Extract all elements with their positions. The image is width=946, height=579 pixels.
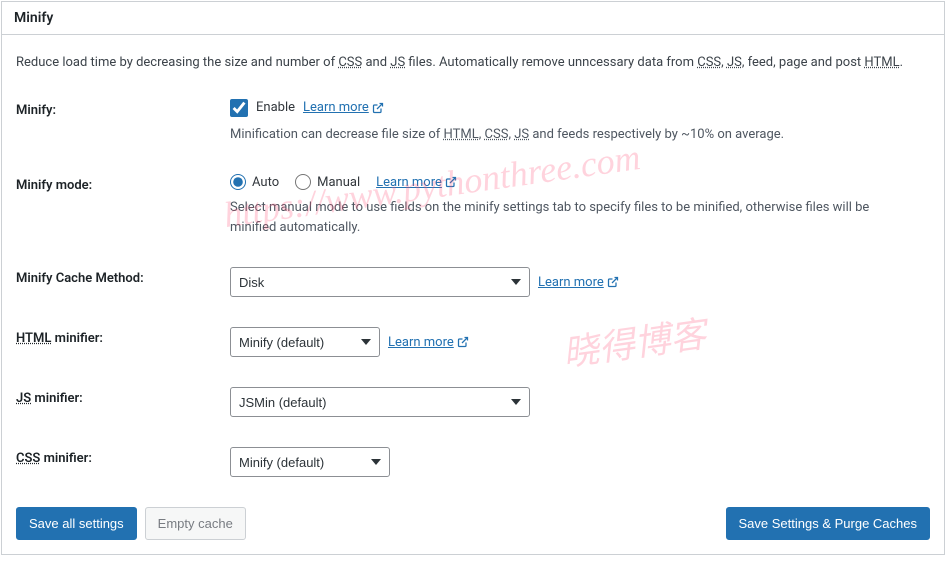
external-link-icon xyxy=(445,176,457,188)
row-html-minifier: HTML minifier: Minify (default) Learn mo… xyxy=(16,327,930,357)
minify-description: Minification can decrease file size of H… xyxy=(230,125,910,145)
radio-auto-wrap[interactable]: Auto xyxy=(230,174,279,190)
select-js-minifier[interactable]: JSMin (default) xyxy=(230,387,530,417)
row-minify-mode: Minify mode: Auto Manual Learn more xyxy=(16,174,930,237)
abbr-html: HTML xyxy=(864,55,899,70)
label-minify: Minify: xyxy=(16,99,230,118)
external-link-icon xyxy=(607,276,619,288)
select-html-minifier[interactable]: Minify (default) xyxy=(230,327,380,357)
intro-text: Reduce load time by decreasing the size … xyxy=(16,53,930,73)
learn-more-mode[interactable]: Learn more xyxy=(376,175,457,190)
panel-title: Minify xyxy=(2,2,944,35)
label-cache-method: Minify Cache Method: xyxy=(16,267,230,286)
label-html-minifier: HTML minifier: xyxy=(16,327,230,346)
abbr-js: JS xyxy=(390,55,405,70)
radio-manual[interactable] xyxy=(295,174,311,190)
row-cache-method: Minify Cache Method: Disk Learn more xyxy=(16,267,930,297)
mode-description: Select manual mode to use fields on the … xyxy=(230,198,910,237)
button-row: Save all settings Empty cache Save Setti… xyxy=(16,507,930,540)
panel-body: https://www.pythonthree.com 晓得博客 Reduce … xyxy=(2,35,944,554)
enable-minify-checkbox[interactable] xyxy=(230,99,248,117)
abbr-css2: CSS xyxy=(697,55,721,70)
abbr-css: CSS xyxy=(338,55,362,70)
enable-label: Enable xyxy=(256,100,295,115)
select-cache-method[interactable]: Disk xyxy=(230,267,530,297)
radio-auto-label: Auto xyxy=(252,175,279,190)
label-minify-mode: Minify mode: xyxy=(16,174,230,193)
abbr-js2: JS xyxy=(727,55,742,70)
save-all-settings-button[interactable]: Save all settings xyxy=(16,507,137,540)
minify-settings-panel: Minify https://www.pythonthree.com 晓得博客 … xyxy=(1,1,945,555)
row-minify-enable: Minify: Enable Learn more Minification c… xyxy=(16,99,930,145)
external-link-icon xyxy=(372,102,384,114)
radio-manual-label: Manual xyxy=(317,175,360,190)
empty-cache-button[interactable]: Empty cache xyxy=(145,507,246,540)
label-js-minifier: JS minifier: xyxy=(16,387,230,406)
label-css-minifier: CSS minifier: xyxy=(16,447,230,466)
learn-more-minify[interactable]: Learn more xyxy=(303,100,384,115)
learn-more-html-minifier[interactable]: Learn more xyxy=(388,335,469,350)
save-purge-caches-button[interactable]: Save Settings & Purge Caches xyxy=(726,507,931,540)
external-link-icon xyxy=(457,336,469,348)
radio-manual-wrap[interactable]: Manual xyxy=(295,174,360,190)
learn-more-cache-method[interactable]: Learn more xyxy=(538,275,619,290)
select-css-minifier[interactable]: Minify (default) xyxy=(230,447,390,477)
row-css-minifier: CSS minifier: Minify (default) xyxy=(16,447,930,477)
row-js-minifier: JS minifier: JSMin (default) xyxy=(16,387,930,417)
radio-auto[interactable] xyxy=(230,174,246,190)
